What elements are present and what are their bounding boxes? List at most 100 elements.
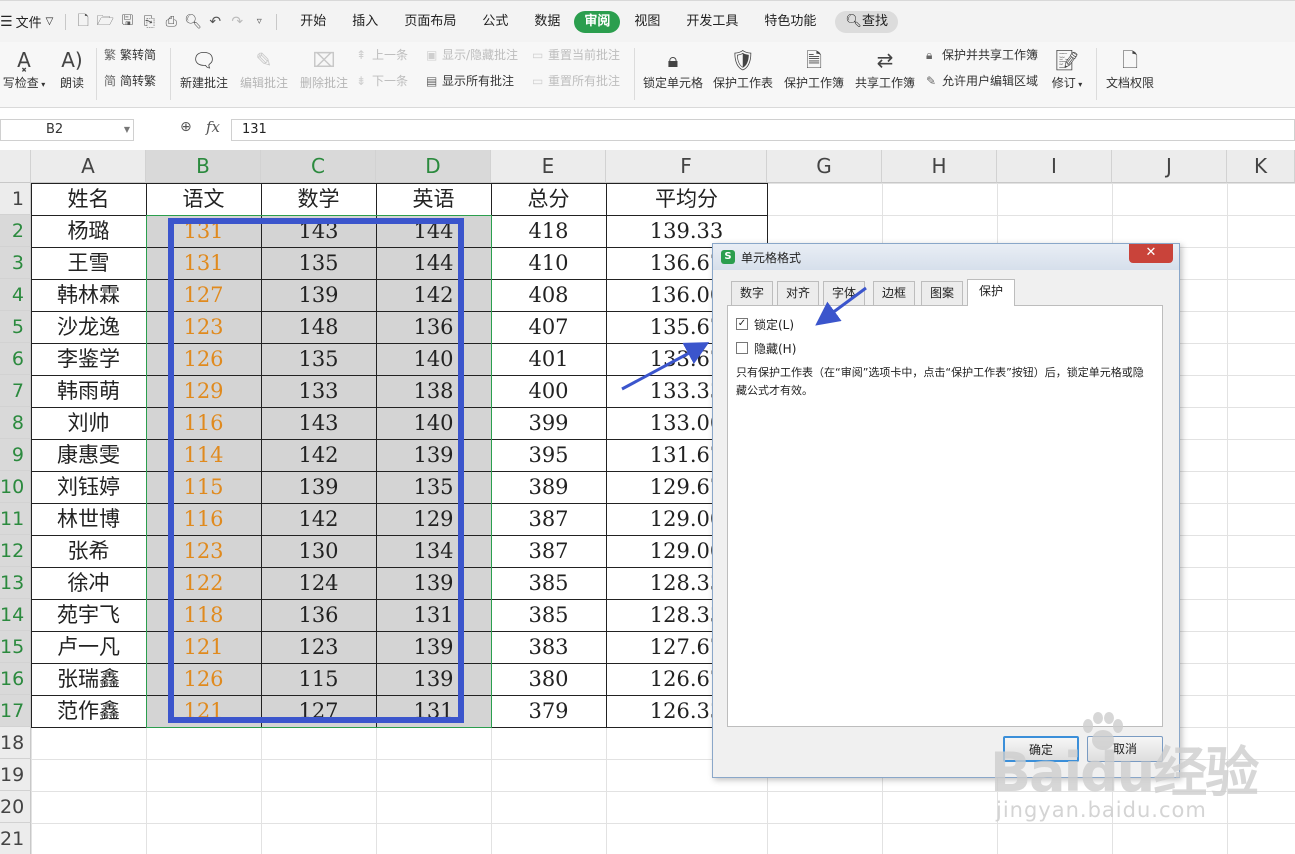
protect-workbook-button[interactable]: 🗎 保护工作簿 [781, 46, 847, 91]
name-box[interactable]: B2 ▼ [0, 119, 134, 141]
table-cell[interactable]: 385 [491, 599, 606, 631]
dialog-tab-border[interactable]: 边框 [873, 281, 915, 305]
ok-button[interactable]: 确定 [1003, 736, 1079, 762]
column-header-g[interactable]: G [767, 150, 882, 183]
header-cell[interactable]: 英语 [376, 183, 491, 215]
table-cell[interactable]: 379 [491, 695, 606, 727]
table-cell[interactable]: 徐冲 [31, 567, 146, 599]
hide-label[interactable]: 隐藏(H) [754, 340, 796, 357]
row-header-11[interactable]: 11 [0, 503, 31, 535]
table-cell[interactable]: 林世博 [31, 503, 146, 535]
row-header-4[interactable]: 4 [0, 279, 31, 311]
tab-page-layout[interactable]: 页面布局 [392, 11, 468, 33]
row-header-12[interactable]: 12 [0, 535, 31, 567]
new-comment-button[interactable]: 🗨 新建批注 [176, 46, 232, 91]
read-aloud-button[interactable]: A) 朗读 [54, 46, 90, 91]
table-cell[interactable]: 387 [491, 503, 606, 535]
table-cell[interactable]: 范作鑫 [31, 695, 146, 727]
column-header-d[interactable]: D [376, 150, 491, 183]
lock-cell-button[interactable]: 🔒︎ 锁定单元格 [640, 46, 706, 91]
dialog-tab-pattern[interactable]: 图案 [921, 281, 963, 305]
row-header-3[interactable]: 3 [0, 247, 31, 279]
table-cell[interactable]: 苑宇飞 [31, 599, 146, 631]
table-cell[interactable]: 王雪 [31, 247, 146, 279]
simp-to-trad-button[interactable]: 简简转繁 [104, 72, 156, 90]
fx-icon[interactable]: fx [206, 118, 220, 136]
dialog-tab-number[interactable]: 数字 [731, 281, 773, 305]
table-cell[interactable]: 383 [491, 631, 606, 663]
table-cell[interactable]: 卢一凡 [31, 631, 146, 663]
dialog-titlebar[interactable]: S 单元格格式 ✕ [713, 244, 1179, 270]
select-all-corner[interactable] [0, 150, 31, 183]
column-header-k[interactable]: K [1227, 150, 1295, 183]
row-header-1[interactable]: 1 [0, 183, 31, 215]
header-cell[interactable]: 数学 [261, 183, 376, 215]
revise-button[interactable]: 📝︎ 修订 ▾ [1048, 46, 1086, 91]
table-cell[interactable]: 399 [491, 407, 606, 439]
chevron-down-icon[interactable]: ▼ [124, 120, 130, 140]
spellcheck-button[interactable]: A͓ 写检查 ▾ [0, 46, 48, 91]
table-cell[interactable]: 杨璐 [31, 215, 146, 247]
doc-permission-button[interactable]: 🗋 文档权限 [1102, 46, 1158, 91]
quick-access-dropdown-icon[interactable]: ▿ [248, 11, 270, 33]
column-header-f[interactable]: F [606, 150, 767, 183]
tab-view[interactable]: 视图 [622, 11, 672, 33]
edit-comment-button[interactable]: ✎ 编辑批注 [236, 46, 292, 91]
row-header-10[interactable]: 10 [0, 471, 31, 503]
row-header-17[interactable]: 17 [0, 695, 31, 727]
show-all-comments-button[interactable]: ▤ 显示所有批注 [426, 72, 514, 90]
dialog-tab-protection[interactable]: 保护 [967, 279, 1015, 306]
table-cell[interactable]: 380 [491, 663, 606, 695]
protect-and-share-button[interactable]: 🔒︎ 保护并共享工作簿 [926, 46, 1038, 64]
table-cell[interactable]: 400 [491, 375, 606, 407]
column-header-a[interactable]: A [31, 150, 146, 183]
cancel-button[interactable]: 取消 [1087, 736, 1163, 762]
close-button[interactable]: ✕ [1129, 244, 1173, 263]
print-preview-icon[interactable]: 🔍︎ [182, 11, 204, 33]
formula-input[interactable]: 131 [231, 119, 1295, 141]
file-menu[interactable]: ☰ 文件 ▽ [0, 1, 59, 42]
next-comment-button[interactable]: ⇟ 下一条 [356, 72, 408, 90]
row-header-19[interactable]: 19 [0, 759, 31, 791]
print-icon[interactable]: ⎙ [160, 11, 182, 33]
protect-sheet-button[interactable]: 🛡︎ 保护工作表 [710, 46, 776, 91]
row-header-21[interactable]: 21 [0, 823, 31, 854]
undo-icon[interactable]: ↶ [204, 11, 226, 33]
hide-checkbox[interactable] [736, 342, 748, 354]
prev-comment-button[interactable]: ⇞ 上一条 [356, 46, 408, 64]
delete-comment-button[interactable]: ⌧ 删除批注 [296, 46, 352, 91]
tab-review[interactable]: 审阅 [574, 10, 621, 33]
trad-to-simp-button[interactable]: 繁繁转简 [104, 46, 156, 64]
row-header-14[interactable]: 14 [0, 599, 31, 631]
row-header-2[interactable]: 2 [0, 215, 31, 247]
tab-data[interactable]: 数据 [522, 11, 572, 33]
table-cell[interactable]: 410 [491, 247, 606, 279]
tab-insert[interactable]: 插入 [340, 11, 390, 33]
column-header-e[interactable]: E [491, 150, 606, 183]
row-header-6[interactable]: 6 [0, 343, 31, 375]
table-cell[interactable]: 389 [491, 471, 606, 503]
table-cell[interactable]: 418 [491, 215, 606, 247]
save-icon[interactable]: 🖫 [116, 11, 138, 33]
tab-special-features[interactable]: 特色功能 [752, 11, 828, 33]
dialog-tab-font[interactable]: 字体 [823, 281, 865, 305]
table-cell[interactable]: 韩林霖 [31, 279, 146, 311]
table-cell[interactable]: 385 [491, 567, 606, 599]
lock-checkbox[interactable]: ✓ [736, 318, 748, 330]
row-header-15[interactable]: 15 [0, 631, 31, 663]
header-cell[interactable]: 总分 [491, 183, 606, 215]
column-header-c[interactable]: C [261, 150, 376, 183]
column-header-b[interactable]: B [146, 150, 261, 183]
table-cell[interactable]: 张希 [31, 535, 146, 567]
share-workbook-button[interactable]: ⇄ 共享工作簿 [852, 46, 918, 91]
show-hide-comment-button[interactable]: ▣ 显示/隐藏批注 [426, 46, 518, 64]
row-header-20[interactable]: 20 [0, 791, 31, 823]
table-cell[interactable]: 408 [491, 279, 606, 311]
redo-icon[interactable]: ↷ [226, 11, 248, 33]
row-header-8[interactable]: 8 [0, 407, 31, 439]
table-cell[interactable]: 沙龙逸 [31, 311, 146, 343]
table-cell[interactable]: 张瑞鑫 [31, 663, 146, 695]
table-cell[interactable]: 407 [491, 311, 606, 343]
row-header-5[interactable]: 5 [0, 311, 31, 343]
reset-current-comment-button[interactable]: ▭ 重置当前批注 [532, 46, 620, 64]
